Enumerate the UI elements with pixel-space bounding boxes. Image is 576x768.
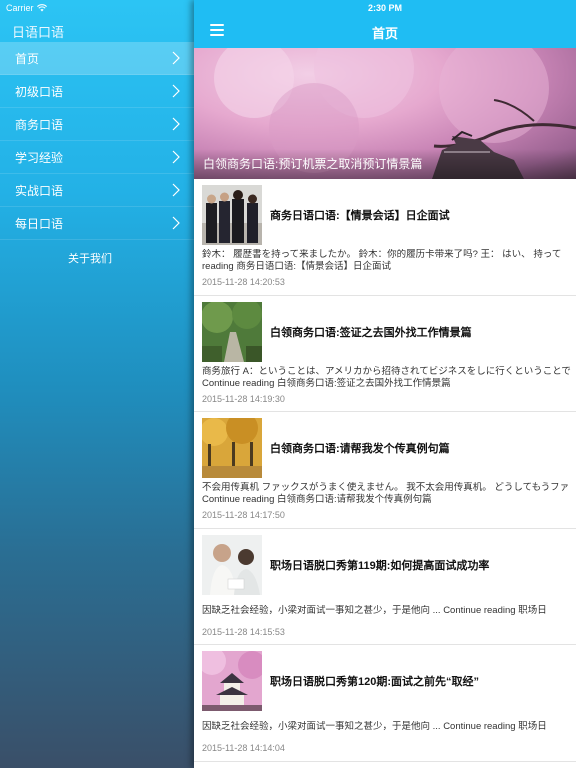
sidebar-item-experience[interactable]: 学习经验 (0, 141, 194, 174)
sidebar-item-business[interactable]: 商务口语 (0, 108, 194, 141)
article-title: 商务日语口语:【情景会话】日企面试 (270, 210, 450, 222)
article-excerpt-line: 因缺乏社会经验，小梁对面试一事知之甚少，于是他向 ... Continue re… (202, 721, 547, 732)
banner-caption-text: 白领商务口语:预订机票之取消预订情景篇 (203, 157, 423, 171)
chevron-right-icon (172, 84, 180, 98)
article-title: 职场日语脱口秀第120期:面试之前先“取经” (270, 676, 480, 688)
article-thumbnail (202, 651, 262, 711)
article-excerpt: 不会用传真机 ファックスがうまく使えません。 我不太会用传真机。 どうしてもうフ… (202, 482, 576, 506)
chevron-right-icon (172, 51, 180, 65)
page-title: 首页 (371, 26, 398, 41)
article-item[interactable]: 职场日语脱口秀第119期:如何提高面试成功率 因缺乏社会经验，小梁对面试一事知之… (194, 529, 576, 645)
article-date: 2015-11-28 14:15:53 (202, 626, 285, 637)
banner-slide[interactable]: 白领商务口语:预订机票之取消预订情景篇 (194, 48, 576, 179)
sidebar-title: 日语口语 (12, 25, 65, 40)
article-item[interactable]: 白领商务口语:签证之去国外找工作情景篇 商务旅行 A：ということは、アメリカから… (194, 296, 576, 412)
article-excerpt-line: 商务旅行 A：ということは、アメリカから招待されてビジネスをしに行くということで (202, 365, 571, 377)
article-date: 2015-11-28 14:20:53 (202, 277, 285, 287)
article-thumbnail (202, 185, 262, 245)
article-item[interactable]: 白领商务口语:请帮我发个传真例句篇 不会用传真机 ファックスがうまく使えません。… (194, 412, 576, 529)
chevron-right-icon (172, 183, 180, 197)
wifi-icon (36, 4, 47, 12)
chevron-right-icon (172, 216, 180, 230)
article-excerpt-line: reading 商务日语口语:【情景会话】日企面试 (202, 261, 391, 272)
sidebar-item-label: 学习经验 (15, 150, 64, 165)
status-time: 2:30 PM (367, 3, 402, 13)
article-thumbnail (202, 418, 262, 478)
article-title: 白领商务口语:请帮我发个传真例句篇 (270, 443, 450, 455)
sidebar-item-label: 商务口语 (15, 117, 64, 132)
navbar: 2:30 PM 首页 (194, 0, 576, 48)
article-excerpt: 因缺乏社会经验，小梁对面试一事知之甚少，于是他向 ... Continue re… (202, 605, 576, 617)
sidebar-item-label: 每日口语 (15, 216, 64, 231)
article-excerpt-line: 鈴木： 履歴書を持って来ましたか。 鈴木：你的履历卡带来了吗? 王： はい、 持… (202, 249, 562, 260)
sidebar-item-label: 初级口语 (15, 84, 64, 99)
sidebar-item-beginner[interactable]: 初级口语 (0, 75, 194, 108)
article-title: 职场日语脱口秀第119期:如何提高面试成功率 (270, 559, 490, 572)
article-title: 白领商务口语:签证之去国外找工作情景篇 (270, 326, 472, 339)
article-item[interactable]: 商务日语口语:【情景会话】日企面试 鈴木： 履歴書を持って来ましたか。 鈴木：你… (194, 179, 576, 296)
article-item[interactable]: 职场日语脱口秀第120期:面试之前先“取经” 因缺乏社会经验，小梁对面试一事知之… (194, 645, 576, 762)
sidebar-item-home[interactable]: 首页 (0, 42, 194, 75)
sidebar: Carrier 日语口语 首页 初级口语 商务口语 学习经验 实战口语 每日口语 (0, 0, 194, 768)
article-excerpt: 因缺乏社会经验，小梁对面试一事知之甚少，于是他向 ... Continue re… (202, 721, 576, 733)
status-bar-left: Carrier (6, 3, 47, 13)
article-date: 2015-11-28 14:17:50 (202, 510, 285, 520)
article-list: 商务日语口语:【情景会话】日企面试 鈴木： 履歴書を持って来ましたか。 鈴木：你… (194, 179, 576, 762)
sidebar-item-label: 实战口语 (15, 183, 64, 198)
sidebar-item-daily[interactable]: 每日口语 (0, 207, 194, 240)
article-date: 2015-11-28 14:14:04 (202, 743, 285, 753)
sidebar-item-practical[interactable]: 实战口语 (0, 174, 194, 207)
banner-caption: 白领商务口语:预订机票之取消预订情景篇 (194, 149, 576, 179)
article-excerpt: 鈴木： 履歴書を持って来ましたか。 鈴木：你的履历卡带来了吗? 王： はい、 持… (202, 249, 576, 273)
carrier-label: Carrier (6, 3, 34, 13)
chevron-right-icon (172, 117, 180, 131)
article-thumbnail (202, 301, 262, 362)
article-excerpt-line: Continue reading 白领商务口语:请帮我发个传真例句篇 (202, 494, 432, 505)
main-panel: 2:30 PM 首页 白领商务口语:预订机票之取消预订情景篇 商务日语口语:【情… (194, 0, 576, 768)
sidebar-item-label: 首页 (15, 51, 40, 66)
article-thumbnail (202, 534, 262, 595)
sidebar-menu: 首页 初级口语 商务口语 学习经验 实战口语 每日口语 (0, 42, 194, 240)
article-excerpt-line: 因缺乏社会经验，小梁对面试一事知之甚少，于是他向 ... Continue re… (202, 604, 547, 616)
about-us-link[interactable]: 关于我们 (0, 250, 180, 266)
article-date: 2015-11-28 14:19:30 (202, 393, 285, 404)
chevron-right-icon (172, 150, 180, 164)
article-excerpt-line: Continue reading 白领商务口语:签证之去国外找工作情景篇 (202, 377, 451, 389)
article-excerpt-line: 不会用传真机 ファックスがうまく使えません。 我不太会用传真机。 どうしてもうフ… (202, 482, 570, 493)
article-excerpt: 商务旅行 A：ということは、アメリカから招待されてビジネスをしに行くということで… (202, 366, 576, 390)
